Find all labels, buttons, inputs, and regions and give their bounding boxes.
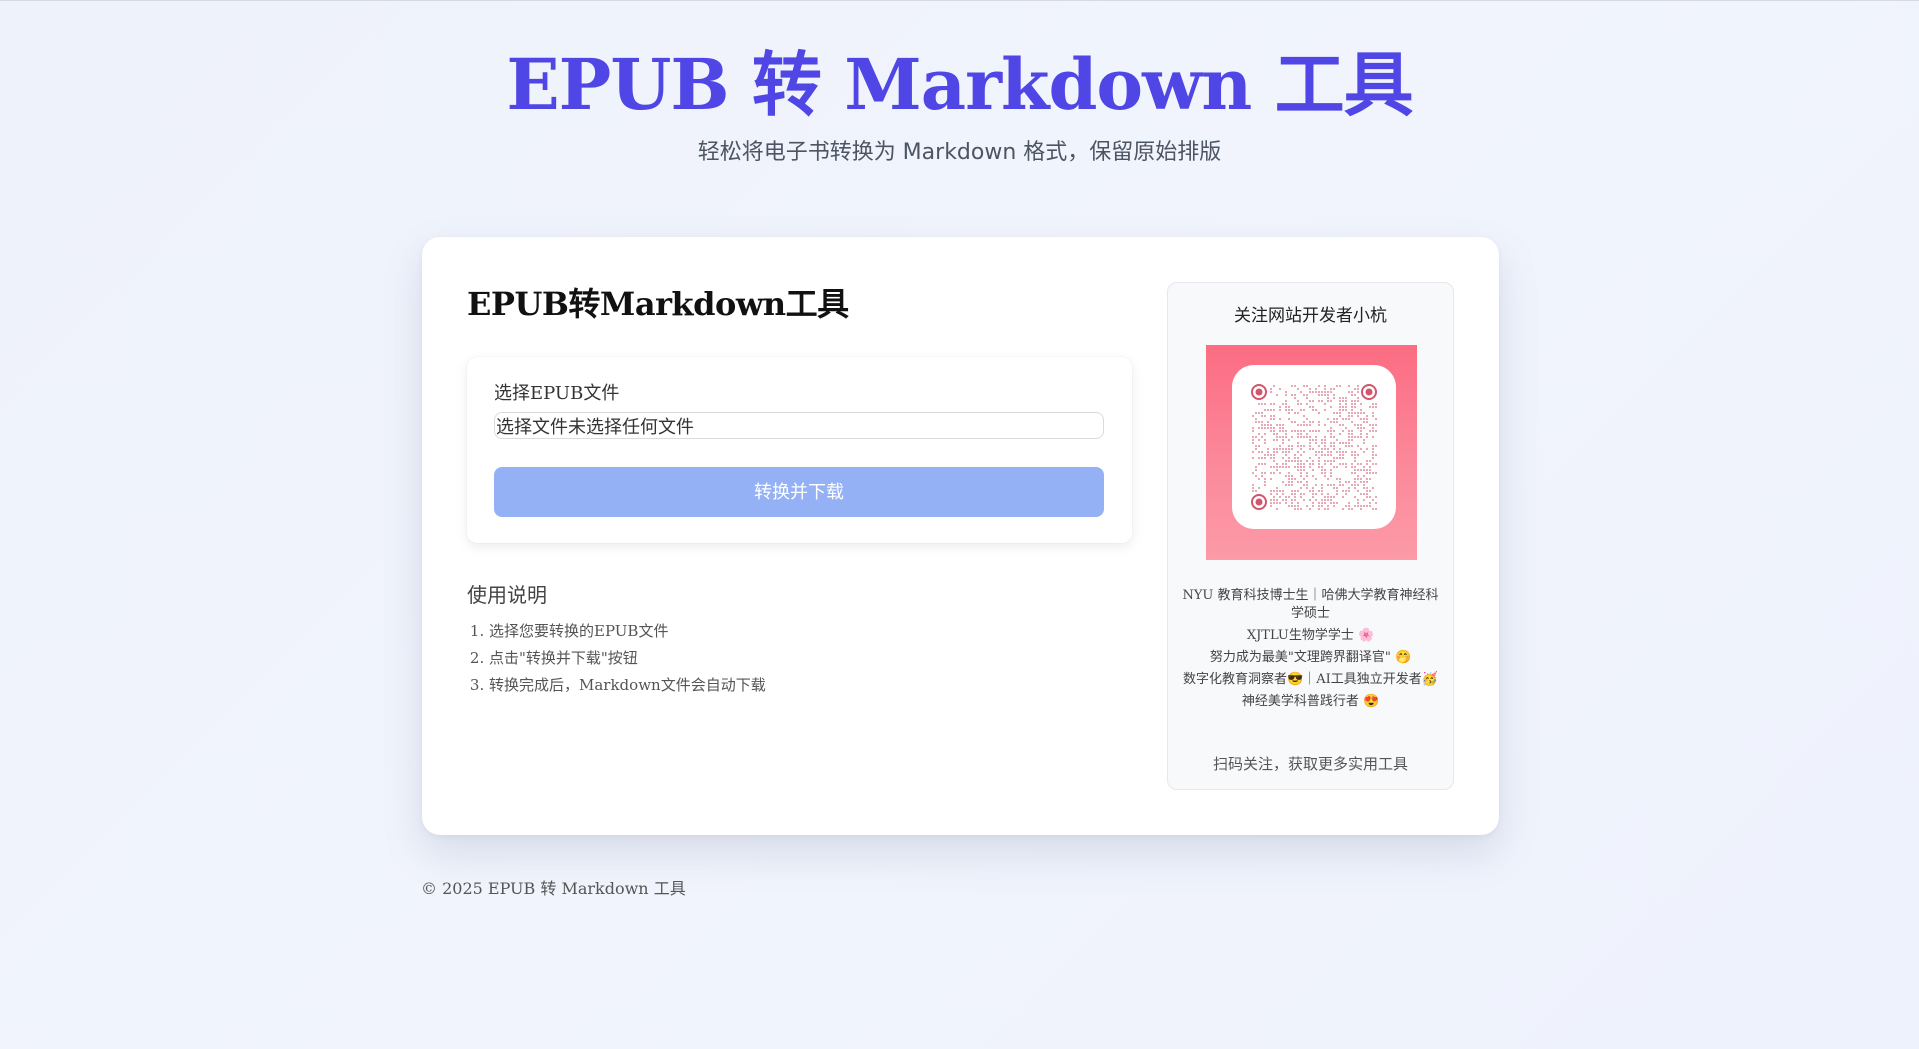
- page-subtitle: 轻松将电子书转换为 Markdown 格式，保留原始排版: [697, 140, 1222, 165]
- file-status-text: 未选择任何文件: [568, 416, 694, 438]
- list-item: 转换完成后，Markdown文件会自动下载: [489, 672, 1127, 699]
- bio-line: 数字化教育洞察者😎｜AI工具独立开发者🥳: [1183, 672, 1438, 687]
- bio-line: 努力成为最美"文理跨界翻译官" 🤭: [1209, 650, 1412, 665]
- instructions-list: 选择您要转换的EPUB文件 点击"转换并下载"按钮 转换完成后，Markdown…: [467, 618, 1127, 699]
- bio-line: NYU 教育科技博士生｜哈佛大学教育神经科学硕士: [1182, 588, 1439, 621]
- bio-line: XJTLU生物学学士 🌸: [1246, 628, 1375, 643]
- scan-note: 扫码关注，获取更多实用工具: [1212, 755, 1408, 773]
- convert-download-button[interactable]: 转换并下载: [494, 467, 1104, 517]
- copyright: © 2025 EPUB 转 Markdown 工具: [421, 879, 686, 898]
- qr-frame: [1232, 365, 1396, 529]
- developer-panel: 关注网站开发者小杭 NYU 教育科技博士生｜哈佛大学教育神经科学硕士 XJTLU…: [1167, 282, 1454, 790]
- hero-header: EPUB 转 Markdown 工具 轻松将电子书转换为 Markdown 格式…: [0, 40, 1919, 166]
- list-item: 点击"转换并下载"按钮: [489, 645, 1127, 672]
- developer-title: 关注网站开发者小杭: [1234, 306, 1387, 326]
- list-item: 选择您要转换的EPUB文件: [489, 618, 1127, 645]
- qr-image: [1206, 345, 1417, 560]
- choose-file-button[interactable]: 选择文件: [496, 413, 568, 439]
- page-title: EPUB 转 Markdown 工具: [506, 43, 1413, 126]
- qr-code-icon: [1250, 383, 1378, 511]
- instructions: 使用说明 选择您要转换的EPUB文件 点击"转换并下载"按钮 转换完成后，Mar…: [467, 579, 1127, 699]
- card-title: EPUB转Markdown工具: [467, 285, 849, 323]
- developer-bio: NYU 教育科技博士生｜哈佛大学教育神经科学硕士 XJTLU生物学学士 🌸 努力…: [1182, 587, 1439, 715]
- file-input[interactable]: 选择文件 未选择任何文件: [494, 412, 1104, 439]
- main-card: EPUB转Markdown工具 选择EPUB文件 选择文件 未选择任何文件 转换并…: [422, 237, 1499, 835]
- file-label: 选择EPUB文件: [494, 383, 620, 404]
- upload-form: 选择EPUB文件 选择文件 未选择任何文件 转换并下载: [467, 357, 1132, 543]
- bio-line: 神经美学科普践行者 😍: [1241, 694, 1380, 709]
- top-divider: [0, 0, 1919, 1]
- instructions-heading: 使用说明: [467, 583, 547, 607]
